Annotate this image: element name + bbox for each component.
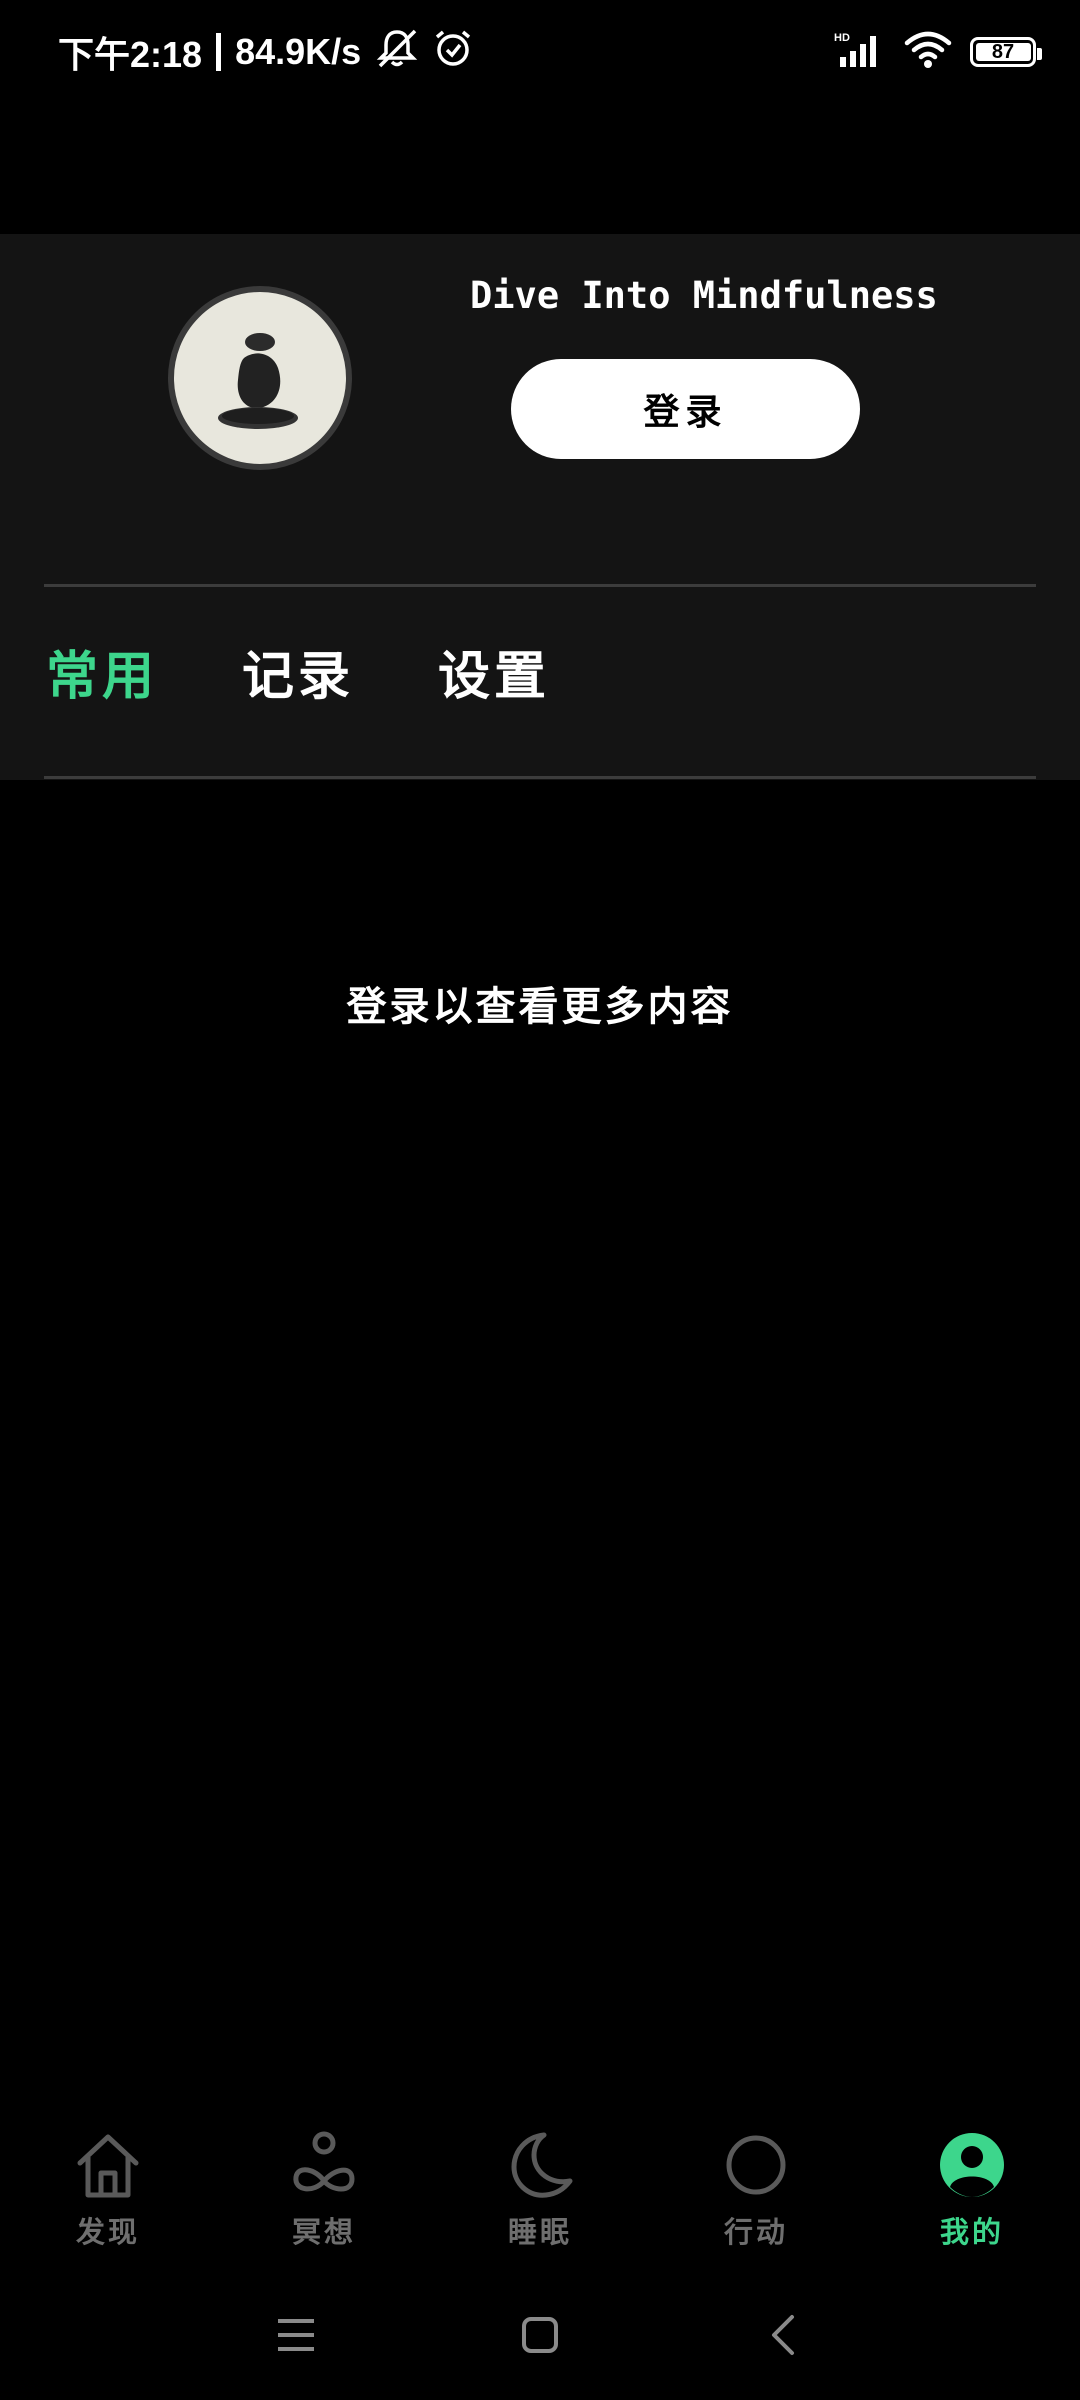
tab-common[interactable]: 常用 (46, 634, 158, 709)
moon-icon (500, 2125, 580, 2205)
tab-records[interactable]: 记录 (242, 634, 354, 709)
home-icon (68, 2125, 148, 2205)
battery-icon: 87 (970, 37, 1042, 67)
status-right: HD 87 (834, 30, 1042, 74)
circle-icon (716, 2125, 796, 2205)
nav-action[interactable]: 行动 (648, 2125, 864, 2265)
status-bar: 下午2:18 84.9K/s HD 87 (0, 0, 1080, 104)
nav-label: 行动 (723, 2215, 788, 2249)
mute-icon (375, 28, 419, 77)
nav-discover[interactable]: 发现 (0, 2125, 216, 2265)
nav-label: 睡眠 (507, 2215, 572, 2249)
nav-label: 冥想 (291, 2215, 356, 2249)
menu-icon[interactable] (266, 2310, 326, 2360)
system-nav (0, 2290, 1080, 2380)
nav-label: 发现 (75, 2215, 140, 2249)
tab-settings[interactable]: 设置 (438, 634, 550, 709)
alarm-icon (433, 28, 473, 77)
top-divider (44, 584, 1036, 587)
home-square-icon[interactable] (510, 2310, 570, 2360)
network-type: HD (834, 32, 850, 44)
battery-level: 87 (991, 40, 1015, 63)
signal-icon: HD (834, 31, 886, 73)
tab-bar: 常用 记录 设置 (46, 634, 550, 709)
bottom-nav: 发现 冥想 睡眠 行动 我的 (0, 2125, 1080, 2265)
bottom-divider (44, 776, 1036, 779)
app-tagline: Dive Into Mindfulness (470, 274, 938, 317)
profile-icon (932, 2125, 1012, 2205)
nav-sleep[interactable]: 睡眠 (432, 2125, 648, 2265)
login-button[interactable]: 登录 (511, 359, 860, 459)
stacked-stones-icon (218, 333, 298, 429)
status-net-speed: 84.9K/s (235, 31, 362, 72)
login-prompt: 登录以查看更多内容 (346, 983, 734, 1030)
nav-mine[interactable]: 我的 (864, 2125, 1080, 2265)
status-time: 下午2:18 (58, 34, 203, 75)
avatar[interactable] (168, 286, 352, 470)
nav-label: 我的 (939, 2215, 1004, 2249)
profile-panel: Dive Into Mindfulness 登录 常用 记录 设置 (0, 234, 1080, 780)
status-separator (216, 33, 222, 71)
meditation-icon (284, 2125, 364, 2205)
back-icon[interactable] (754, 2310, 814, 2360)
nav-meditate[interactable]: 冥想 (216, 2125, 432, 2265)
wifi-icon (904, 31, 952, 73)
status-left: 下午2:18 84.9K/s (58, 26, 473, 78)
